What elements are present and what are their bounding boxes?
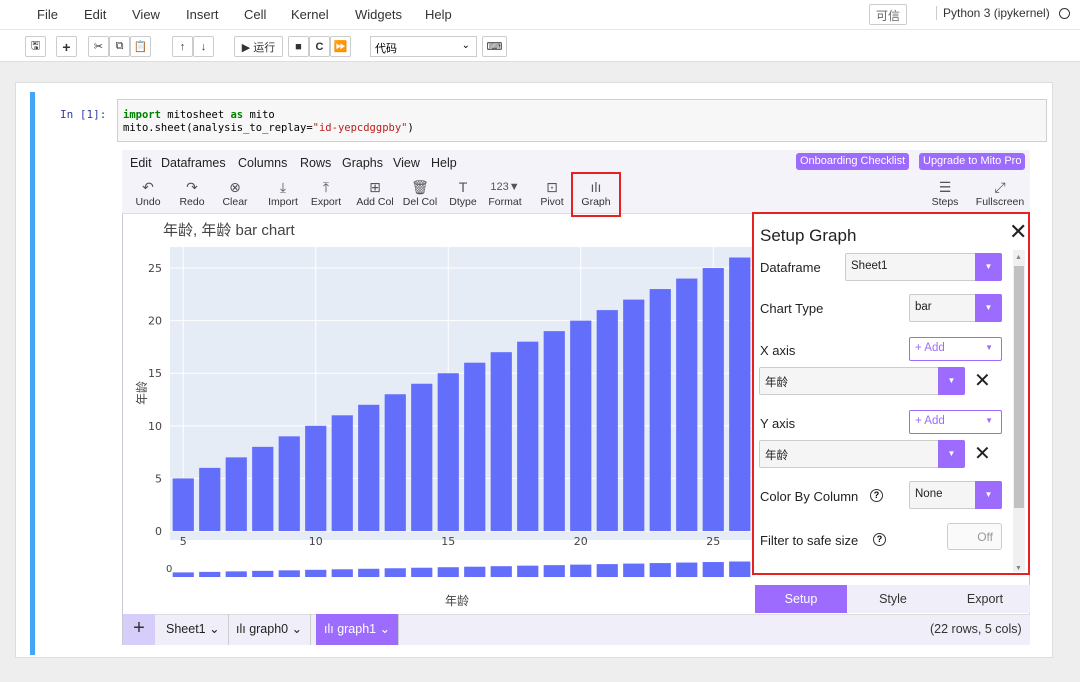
menu-widgets[interactable]: Widgets [355,7,402,22]
cell-prompt: In [1]: [60,108,107,121]
cell-type-select[interactable]: 代码 ⌄ [370,36,477,57]
trusted-badge[interactable]: 可信 [869,4,908,25]
undo-button[interactable]: ↶ Undo [123,178,173,208]
menu-cell[interactable]: Cell [244,7,266,22]
insert-cell-icon[interactable]: + [56,36,77,57]
jupyter-menubar: File Edit View Insert Cell Kernel Widget… [0,0,1080,30]
move-down-icon[interactable]: ↓ [193,36,214,57]
sheet-tab-graph0[interactable]: ılı graph0 ⌄ [228,614,312,645]
code-line-1: import mitosheet as mito [123,109,275,121]
run-button[interactable]: ▶ 运行 [234,36,283,57]
move-up-icon[interactable]: ↑ [172,36,193,57]
selected-cell-indicator [30,92,35,655]
menu-kernel[interactable]: Kernel [291,7,329,22]
menu-help[interactable]: Help [425,7,452,22]
mito-menu-rows[interactable]: Rows [300,156,331,170]
clear-icon: ⊗ [229,179,241,195]
steps-button[interactable]: ☰ Steps [920,178,970,208]
keyboard-icon[interactable]: ⌨ [482,36,507,57]
code-line-2: mito.sheet(analysis_to_replay="id-yepcdg… [123,122,414,134]
add-sheet-button[interactable]: + [123,614,155,645]
menu-file[interactable]: File [37,7,58,22]
add-column-icon: ⊞ [369,179,381,195]
cell-type-value: 代码 [375,43,397,55]
menu-view[interactable]: View [132,7,160,22]
mito-menu-dataframes[interactable]: Dataframes [161,156,226,170]
mito-menu-graphs[interactable]: Graphs [342,156,383,170]
copy-icon[interactable]: ⧉ [109,36,130,57]
graph-highlight-box [571,172,621,217]
kernel-name: Python 3 (ipykernel) [936,6,1050,20]
pivot-icon: ⊡ [546,179,558,195]
setup-graph-highlight-box [752,212,1030,575]
kernel-status-icon [1059,8,1070,19]
mito-menu-columns[interactable]: Columns [238,156,287,170]
steps-icon: ☰ [938,179,952,195]
format-button[interactable]: 123▼ Format [480,178,530,208]
add-col-button[interactable]: ⊞ Add Col [350,178,400,208]
export-icon: ⤒ [322,179,330,195]
format-icon: 123▼ [490,181,520,193]
tab-setup[interactable]: Setup [755,585,847,613]
upgrade-button[interactable]: Upgrade to Mito Pro [919,153,1026,170]
mito-menu-edit[interactable]: Edit [130,156,152,170]
onboarding-checklist-button[interactable]: Onboarding Checklist [796,153,910,170]
fullscreen-icon: ⤢ [994,179,1006,195]
cut-icon[interactable]: ✂ [88,36,109,57]
sheet-tab-graph1[interactable]: ılı graph1 ⌄ [316,614,400,645]
tab-export[interactable]: Export [939,585,1031,613]
chart-title: 年龄, 年龄 bar chart [163,222,295,239]
menu-edit[interactable]: Edit [84,7,106,22]
pivot-button[interactable]: ⊡ Pivot [527,178,577,208]
save-icon[interactable]: 🖫 [25,36,46,57]
sheet-tab-sheet1[interactable]: Sheet1 ⌄ [158,614,229,645]
restart-run-all-icon[interactable]: ⏩ [330,36,351,57]
chevron-down-icon: ⌄ [461,40,470,51]
rows-cols-count: (22 rows, 5 cols) [930,622,1022,636]
mito-menu-help[interactable]: Help [431,156,457,170]
stop-icon[interactable]: ■ [288,36,309,57]
clear-button[interactable]: ⊗ Clear [210,178,260,208]
mito-menu-view[interactable]: View [393,156,420,170]
tab-style[interactable]: Style [847,585,939,613]
jupyter-toolbar: 🖫 + ✂ ⧉ 📋 ↑ ↓ ▶ 运行 ■ C ⏩ 代码 ⌄ ⌨ [0,30,1080,62]
export-button[interactable]: ⤒ Export [301,178,351,208]
menu-insert[interactable]: Insert [186,7,219,22]
paste-icon[interactable]: 📋 [130,36,151,57]
undo-icon: ↶ [142,179,154,195]
fullscreen-button[interactable]: ⤢ Fullscreen [972,178,1028,208]
restart-icon[interactable]: C [309,36,330,57]
graph-panel-tabs: Setup Style Export [755,585,1030,613]
code-input[interactable]: import mitosheet as mito mito.sheet(anal… [117,99,1047,142]
